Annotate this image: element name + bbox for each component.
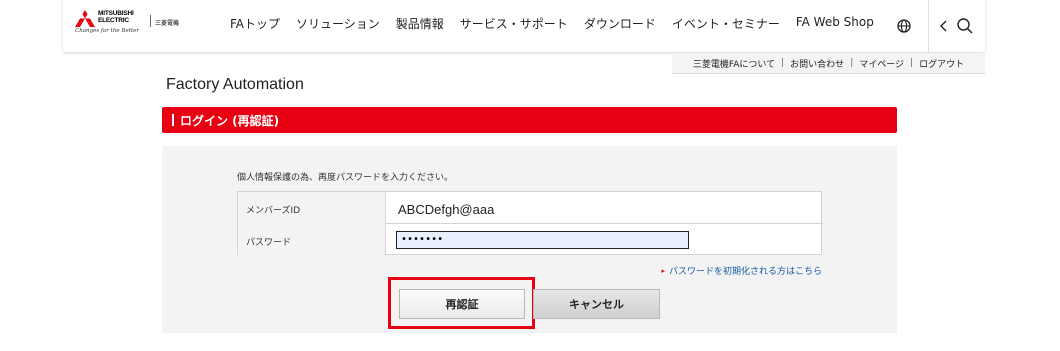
nav-item-service-support[interactable]: サービス・サポート <box>460 15 568 32</box>
globe-icon[interactable] <box>894 16 914 36</box>
nav-item-events[interactable]: イベント・セミナー <box>672 15 780 32</box>
separator: | <box>910 58 914 68</box>
member-id-label: メンバーズID <box>238 192 386 224</box>
section-title: ログイン (再認証) <box>180 113 280 128</box>
utility-links: 三菱電機FAについて | お問い合わせ | マイページ | ログアウト <box>672 53 985 74</box>
login-panel: 個人情報保護の為、再度パスワードを入力ください。 メンバーズID ABCDefg… <box>162 146 897 333</box>
nav-item-solutions[interactable]: ソリューション <box>296 15 380 32</box>
section-header: ログイン (再認証) <box>162 107 897 133</box>
section-marker <box>172 114 174 126</box>
three-diamonds-icon <box>75 10 95 27</box>
separator: | <box>850 58 854 68</box>
mitsubishi-logo[interactable]: MITSUBISHI ELECTRIC 三菱電機 Changes for the… <box>75 10 180 36</box>
member-id-row: メンバーズID ABCDefgh@aaa <box>238 192 823 224</box>
logo-sub: 三菱電機 <box>155 20 180 27</box>
password-input[interactable]: ••••••• <box>396 231 689 249</box>
triangle-right-icon: ▸ <box>661 267 665 275</box>
reset-password-text: パスワードを初期化される方はこちら <box>668 267 822 277</box>
separator: | <box>781 58 785 68</box>
main-nav: FAトップ ソリューション 製品情報 サービス・サポート ダウンロード イベント… <box>230 15 874 32</box>
search-icon[interactable] <box>953 17 977 35</box>
header-divider <box>928 0 929 52</box>
credentials-table: メンバーズID ABCDefgh@aaa パスワード ••••••• <box>237 191 823 256</box>
chevron-left-icon[interactable] <box>935 19 953 33</box>
contact-link[interactable]: お問い合わせ <box>790 57 844 70</box>
page-title: Factory Automation <box>166 76 304 93</box>
logo-brand: MITSUBISHI ELECTRIC <box>98 10 134 24</box>
about-fa-link[interactable]: 三菱電機FAについて <box>693 57 775 70</box>
nav-item-fa-top[interactable]: FAトップ <box>230 15 280 32</box>
reset-password-link[interactable]: ▸ パスワードを初期化される方はこちら <box>661 264 822 277</box>
cancel-button[interactable]: キャンセル <box>533 289 660 319</box>
logo-tagline: Changes for the Better <box>75 28 139 34</box>
member-id-value: ABCDefgh@aaa <box>398 202 495 217</box>
header-icons <box>894 0 985 52</box>
mypage-link[interactable]: マイページ <box>859 57 904 70</box>
reauth-button[interactable]: 再認証 <box>399 289 525 319</box>
nav-item-download[interactable]: ダウンロード <box>584 15 656 32</box>
logo-divider <box>150 15 151 27</box>
nav-item-products[interactable]: 製品情報 <box>396 15 444 32</box>
nav-item-web-shop[interactable]: FA Web Shop <box>796 15 874 32</box>
password-row: パスワード ••••••• <box>238 224 823 256</box>
logout-link[interactable]: ログアウト <box>919 57 964 70</box>
site-header: MITSUBISHI ELECTRIC 三菱電機 Changes for the… <box>63 0 985 52</box>
password-label: パスワード <box>238 224 386 256</box>
reauth-notice: 個人情報保護の為、再度パスワードを入力ください。 <box>237 173 454 183</box>
